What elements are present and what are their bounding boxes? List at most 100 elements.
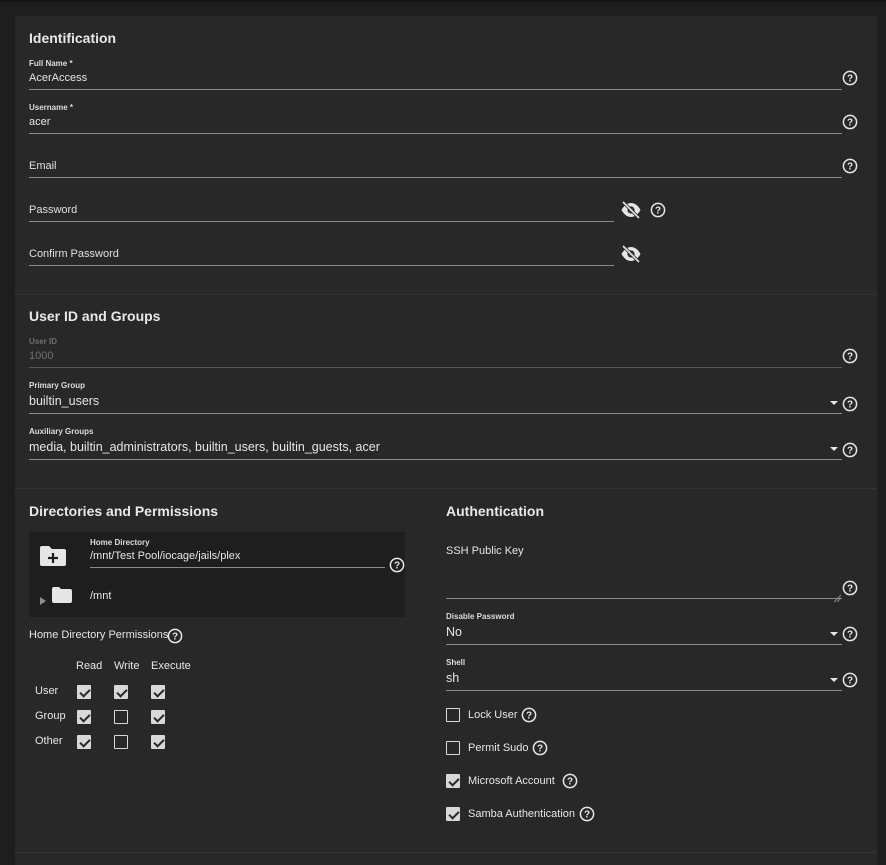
auxiliary-groups-select[interactable]: media, builtin_administrators, builtin_u… bbox=[29, 440, 380, 454]
username-underline bbox=[29, 133, 842, 134]
perm-user-write-checkbox[interactable] bbox=[114, 685, 128, 699]
section-title-user-id-groups: User ID and Groups bbox=[29, 308, 161, 324]
samba-authentication-checkbox[interactable] bbox=[446, 807, 460, 821]
permit-sudo-label: Permit Sudo bbox=[468, 742, 529, 754]
chevron-down-icon[interactable] bbox=[830, 447, 838, 451]
disable-password-select[interactable]: No bbox=[446, 625, 462, 639]
tree-item-mnt[interactable]: /mnt bbox=[90, 590, 111, 602]
auxiliary-groups-underline bbox=[29, 459, 842, 460]
perm-row-user: User bbox=[35, 685, 59, 697]
shell-select[interactable]: sh bbox=[446, 671, 459, 685]
svg-text:?: ? bbox=[567, 777, 573, 788]
perm-other-execute-checkbox[interactable] bbox=[151, 735, 165, 749]
svg-text:?: ? bbox=[847, 676, 853, 687]
user-id-underline bbox=[29, 367, 842, 368]
chevron-down-icon[interactable] bbox=[830, 401, 838, 405]
disable-password-underline bbox=[446, 644, 842, 645]
perm-group-execute-checkbox[interactable] bbox=[151, 710, 165, 724]
auxiliary-groups-help-icon[interactable]: ? bbox=[842, 442, 858, 458]
ssh-public-key-help-icon[interactable]: ? bbox=[842, 580, 858, 596]
user-id-label: User ID bbox=[29, 337, 58, 346]
perm-col-read: Read bbox=[76, 660, 103, 672]
perm-user-execute-checkbox[interactable] bbox=[151, 685, 165, 699]
home-directory-input[interactable]: /mnt/Test Pool/iocage/jails/plex bbox=[90, 550, 240, 562]
chevron-down-icon[interactable] bbox=[830, 678, 838, 682]
password-help-icon[interactable]: ? bbox=[650, 202, 666, 218]
svg-text:?: ? bbox=[847, 630, 853, 641]
user-id-help-icon[interactable]: ? bbox=[842, 348, 858, 364]
primary-group-underline bbox=[29, 413, 842, 414]
confirm-password-underline bbox=[29, 265, 614, 266]
perm-row-group: Group bbox=[35, 710, 66, 722]
chevron-down-icon[interactable] bbox=[830, 632, 838, 636]
confirm-password-input[interactable]: Confirm Password bbox=[29, 248, 119, 260]
folder-plus-icon[interactable] bbox=[39, 545, 67, 567]
password-input[interactable]: Password bbox=[29, 204, 77, 216]
home-directory-help-icon[interactable]: ? bbox=[389, 557, 405, 573]
full-name-underline bbox=[29, 89, 842, 90]
perm-col-execute: Execute bbox=[151, 660, 191, 672]
section-divider bbox=[15, 488, 877, 489]
disable-password-label: Disable Password bbox=[446, 612, 515, 621]
perm-row-other: Other bbox=[35, 735, 63, 747]
user-id-input: 1000 bbox=[29, 350, 54, 362]
primary-group-select[interactable]: builtin_users bbox=[29, 394, 99, 408]
username-help-icon[interactable]: ? bbox=[842, 114, 858, 130]
svg-text:?: ? bbox=[847, 584, 853, 595]
svg-text:?: ? bbox=[172, 632, 178, 643]
svg-text:?: ? bbox=[537, 744, 543, 755]
user-form-card: Identification Full Name * AcerAccess ? … bbox=[15, 16, 877, 865]
svg-text:?: ? bbox=[847, 352, 853, 363]
username-input[interactable]: acer bbox=[29, 116, 50, 128]
eye-off-icon[interactable] bbox=[620, 200, 642, 220]
eye-off-icon[interactable] bbox=[620, 244, 642, 264]
lock-user-checkbox[interactable] bbox=[446, 708, 460, 722]
ssh-public-key-textarea[interactable] bbox=[446, 598, 842, 599]
shell-help-icon[interactable]: ? bbox=[842, 672, 858, 688]
home-permissions-help-icon[interactable]: ? bbox=[167, 628, 183, 644]
section-title-directories: Directories and Permissions bbox=[29, 503, 219, 519]
permit-sudo-help-icon[interactable]: ? bbox=[532, 740, 548, 756]
svg-text:?: ? bbox=[847, 400, 853, 411]
microsoft-account-help-icon[interactable]: ? bbox=[562, 773, 578, 789]
primary-group-label: Primary Group bbox=[29, 381, 86, 390]
samba-authentication-label: Samba Authentication bbox=[468, 808, 576, 820]
svg-text:?: ? bbox=[847, 162, 853, 173]
svg-text:?: ? bbox=[655, 206, 661, 217]
auxiliary-groups-label: Auxiliary Groups bbox=[29, 427, 94, 436]
perm-other-read-checkbox[interactable] bbox=[77, 735, 91, 749]
section-divider bbox=[15, 294, 877, 295]
shell-underline bbox=[446, 690, 842, 691]
svg-text:?: ? bbox=[847, 118, 853, 129]
folder-icon[interactable] bbox=[52, 587, 72, 603]
svg-text:?: ? bbox=[526, 711, 532, 722]
email-input[interactable]: Email bbox=[29, 160, 57, 172]
microsoft-account-checkbox[interactable] bbox=[446, 774, 460, 788]
home-directory-underline bbox=[90, 567, 385, 568]
full-name-help-icon[interactable]: ? bbox=[842, 70, 858, 86]
perm-other-write-checkbox[interactable] bbox=[114, 735, 128, 749]
perm-group-write-checkbox[interactable] bbox=[114, 710, 128, 724]
disable-password-help-icon[interactable]: ? bbox=[842, 626, 858, 642]
svg-text:?: ? bbox=[394, 561, 400, 572]
samba-authentication-help-icon[interactable]: ? bbox=[579, 806, 595, 822]
password-underline bbox=[29, 221, 614, 222]
perm-user-read-checkbox[interactable] bbox=[77, 685, 91, 699]
svg-text:?: ? bbox=[584, 810, 590, 821]
svg-text:?: ? bbox=[847, 446, 853, 457]
home-directory-explorer: Home Directory /mnt/Test Pool/iocage/jai… bbox=[29, 532, 405, 617]
textarea-resize-handle[interactable] bbox=[833, 589, 842, 603]
home-directory-label: Home Directory bbox=[90, 538, 150, 547]
full-name-label: Full Name * bbox=[29, 59, 73, 68]
email-help-icon[interactable]: ? bbox=[842, 158, 858, 174]
email-underline bbox=[29, 177, 842, 178]
primary-group-help-icon[interactable]: ? bbox=[842, 396, 858, 412]
lock-user-help-icon[interactable]: ? bbox=[521, 707, 537, 723]
ssh-public-key-label: SSH Public Key bbox=[446, 545, 524, 557]
lock-user-label: Lock User bbox=[468, 709, 518, 721]
tree-expand-icon[interactable] bbox=[39, 592, 47, 605]
perm-group-read-checkbox[interactable] bbox=[77, 710, 91, 724]
shell-label: Shell bbox=[446, 658, 466, 667]
full-name-input[interactable]: AcerAccess bbox=[29, 72, 87, 84]
permit-sudo-checkbox[interactable] bbox=[446, 741, 460, 755]
